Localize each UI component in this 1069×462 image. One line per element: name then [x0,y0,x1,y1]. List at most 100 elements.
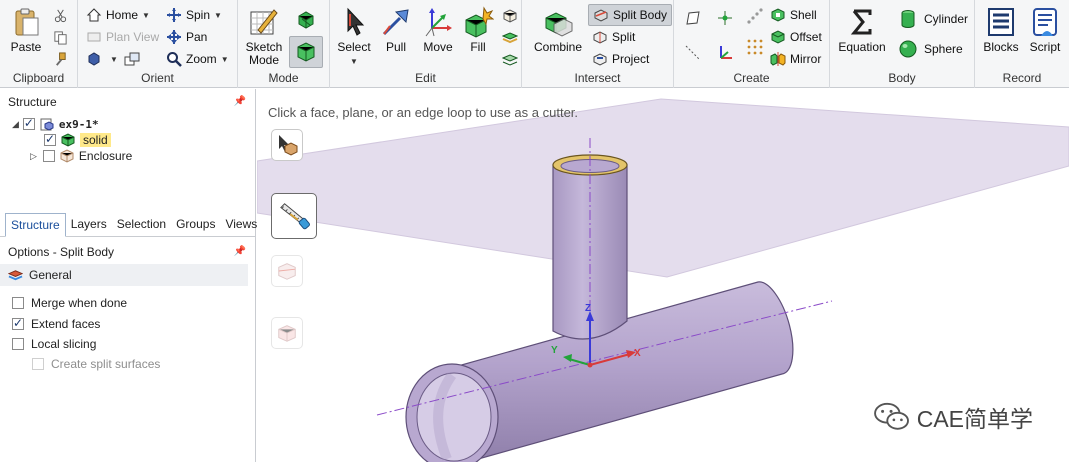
options-pin-icon[interactable]: 📌 [234,242,246,262]
panel-tabs: Structure Layers Selection Groups Views [0,213,257,237]
root-visibility-checkbox[interactable] [22,116,35,130]
tab-views[interactable]: Views [220,213,262,236]
select-arrow-icon [347,7,365,36]
script-button[interactable]: Script [1025,6,1065,54]
views-icon [124,52,140,66]
extend-faces-label: Extend faces [31,317,101,331]
tree-enclosure-row[interactable]: ▷ Enclosure [30,148,132,164]
grid-points-icon[interactable] [746,32,764,62]
graphics-viewport[interactable]: Z X Y Click a face, plane, or an edge lo… [257,89,1069,462]
fill-button[interactable]: Fill [458,6,498,54]
script-icon [1033,8,1057,36]
move-label: Move [423,40,453,54]
cylinder-icon [901,10,915,28]
line-icon[interactable] [684,44,702,62]
project-button[interactable]: Project [592,51,649,67]
mirror-button[interactable]: Mirror [770,51,821,67]
split-icon [593,31,607,44]
combine-button[interactable]: Combine [534,6,582,54]
tree-solid-row[interactable]: solid [44,132,111,148]
collapse-icon[interactable]: ◢ [12,119,19,130]
tweak-face-icon[interactable] [502,8,518,24]
edit-group-label: Edit [415,71,436,85]
select-cutter-tool[interactable] [271,129,303,161]
home-label: Home [106,8,139,22]
cutter-plane[interactable] [257,98,1069,278]
orient-group-label: Orient [141,71,174,85]
cut-icon[interactable] [53,8,68,23]
point-icon[interactable] [716,9,734,27]
sketch-mode-button[interactable]: Sketch Mode [244,6,284,67]
axis-icon[interactable] [716,44,734,62]
select-button[interactable]: Select ▼ [334,6,374,68]
split-face-tool[interactable] [271,255,303,287]
offset-button[interactable]: Offset [770,29,822,45]
local-slicing-checkbox[interactable] [12,338,24,350]
plan-view-label: Plan View [106,30,160,44]
triad-y-label: Y [551,345,558,356]
pull-button[interactable]: Pull [376,6,416,54]
split-body-button[interactable]: Split Body [588,4,673,26]
tree-root-row[interactable]: ◢ ex9-1* [12,116,99,132]
enclosure-visibility-checkbox[interactable] [42,150,55,162]
merge-when-done-option[interactable]: Merge when done [12,296,127,310]
split-face-icon [278,263,296,280]
tab-selection[interactable]: Selection [112,213,171,236]
pan-button[interactable]: Pan [166,29,207,45]
point-array-icon[interactable] [746,7,764,25]
watermark-text: CAE简单学 [916,406,1033,432]
equation-button[interactable]: Equation [836,6,888,54]
split-button[interactable]: Split [592,29,635,45]
blocks-button[interactable]: Blocks [981,6,1021,54]
copy-icon[interactable] [53,30,68,45]
triad-x-label: X [634,348,641,359]
select-body-icon [279,135,298,156]
view-cube-button[interactable]: ▼ [86,51,144,67]
extend-faces-checkbox[interactable] [12,316,24,330]
tab-layers[interactable]: Layers [66,213,112,236]
split-body-icon [594,9,608,22]
rectangle-sketch-icon[interactable] [684,9,702,27]
stack-edit-icon[interactable] [502,52,518,68]
sphere-button[interactable]: Sphere [898,39,963,59]
3d-mode-button[interactable] [289,36,323,68]
solid-visibility-checkbox[interactable] [44,132,56,146]
zoom-button[interactable]: Zoom ▼ [166,51,229,67]
offset-icon [771,30,785,44]
structure-panel-title: Structure [8,95,57,109]
intersect-group: Combine Split Body Split Project Interse… [522,0,674,88]
local-slicing-option[interactable]: Local slicing [12,337,96,351]
layers-edit-icon[interactable] [502,30,518,46]
saw-cutter-tool[interactable] [271,193,317,239]
section-mode-icon[interactable] [296,10,316,30]
create-group: Shell Offset Mirror Create [674,0,830,88]
paste-button[interactable]: Paste [10,6,42,54]
body-group-label: Body [888,71,916,85]
wechat-icon [873,402,909,430]
home-button[interactable]: Home ▼ [86,7,150,23]
sigma-icon [850,9,872,35]
create-split-surfaces-option[interactable]: Create split surfaces [32,357,160,371]
options-general-section[interactable]: General [0,264,248,286]
expand-icon[interactable]: ▷ [30,151,37,162]
options-panel-title: Options - Split Body [8,245,115,259]
shell-button[interactable]: Shell [770,7,817,23]
create-split-surfaces-checkbox[interactable] [32,358,44,370]
cylinder-label: Cylinder [924,12,969,26]
move-button[interactable]: Move [418,6,458,54]
tab-structure[interactable]: Structure [5,213,66,237]
format-brush-icon[interactable] [53,52,68,67]
spin-button[interactable]: Spin ▼ [166,7,222,23]
pin-icon[interactable]: 📌 [234,92,246,112]
extend-faces-option[interactable]: Extend faces [12,316,101,331]
mirror-icon [770,52,786,66]
tree-root-label: ex9-1* [58,117,99,131]
merge-when-done-checkbox[interactable] [12,297,24,309]
split-region-tool[interactable] [271,317,303,349]
pan-icon [167,30,181,44]
tab-groups[interactable]: Groups [171,213,220,236]
plan-view-button[interactable]: Plan View [86,29,159,45]
combine-icon [545,12,573,37]
cylinder-button[interactable]: Cylinder [898,9,968,29]
fill-icon [465,6,494,38]
